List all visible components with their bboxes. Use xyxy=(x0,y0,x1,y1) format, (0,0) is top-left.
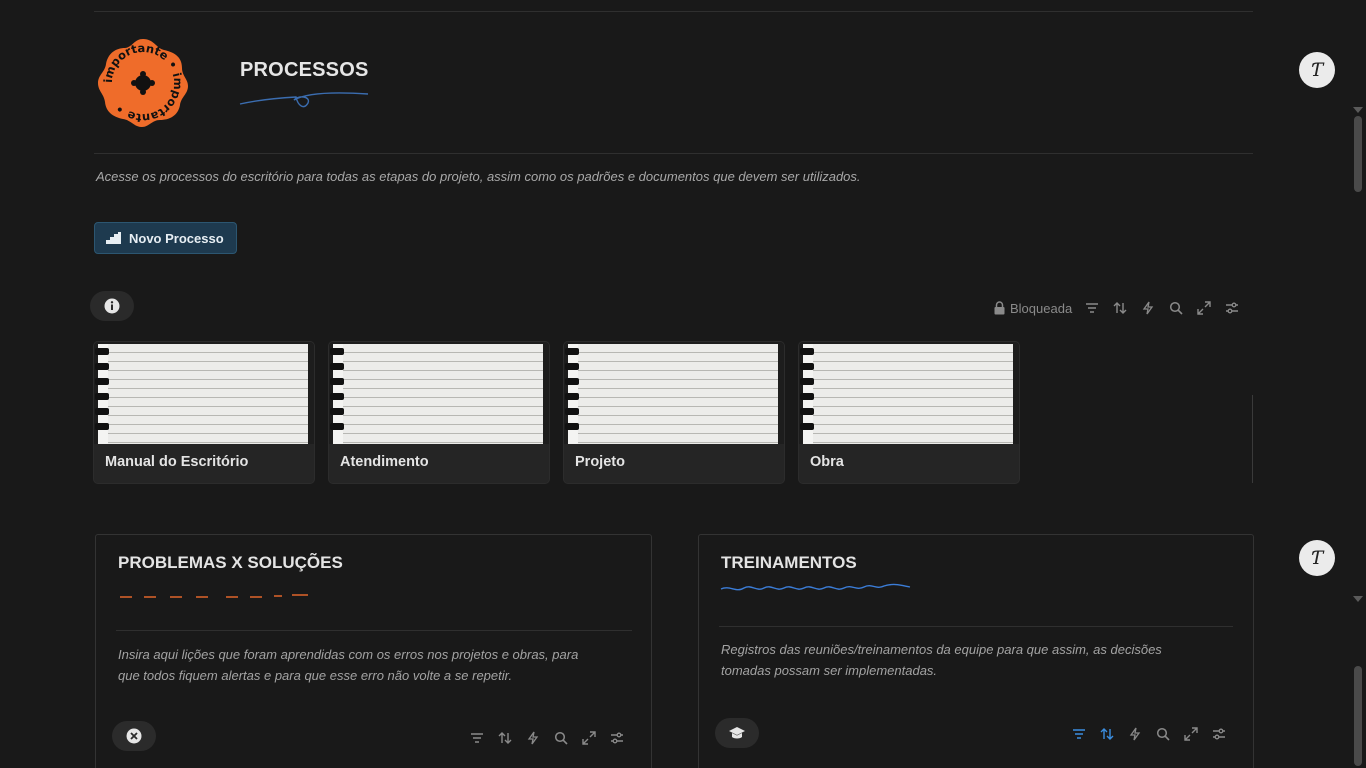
page-description: Acesse os processos do escritório para t… xyxy=(96,169,861,184)
problems-toolbar xyxy=(463,726,631,750)
graduation-cap-button[interactable] xyxy=(715,718,759,748)
expand-icon[interactable] xyxy=(575,726,603,750)
graduation-cap-icon xyxy=(729,727,745,739)
notebook-cover-image xyxy=(799,342,1019,444)
info-icon xyxy=(104,298,120,314)
importante-sticker: importante • importante • xyxy=(96,36,190,130)
problems-divider xyxy=(116,630,632,631)
problems-title: PROBLEMAS X SOLUÇÕES xyxy=(118,553,343,572)
search-icon[interactable] xyxy=(1162,296,1190,320)
lock-icon xyxy=(994,301,1005,315)
scroll-down-arrow-icon[interactable] xyxy=(1353,596,1363,602)
gallery-card-manual[interactable]: Manual do Escritório xyxy=(94,342,314,483)
card-title: Atendimento xyxy=(340,454,429,470)
trainings-toolbar xyxy=(1065,722,1233,746)
notebook-cover-image xyxy=(94,342,314,444)
sort-icon[interactable] xyxy=(1106,296,1134,320)
page-scrollbar-thumb-lower[interactable] xyxy=(1354,666,1362,766)
filter-icon[interactable] xyxy=(1065,722,1093,746)
close-circle-icon xyxy=(126,728,142,744)
title-squiggle-decoration xyxy=(238,86,370,117)
gallery-card-atendimento[interactable]: Atendimento xyxy=(329,342,549,483)
gallery-card-projeto[interactable]: Projeto xyxy=(564,342,784,483)
header-divider xyxy=(94,153,1253,154)
card-title: Obra xyxy=(810,454,844,470)
top-divider xyxy=(94,11,1253,12)
scroll-up-arrow-icon[interactable] xyxy=(1353,107,1363,113)
problems-line-1: Insira aqui lições que foram aprendidas … xyxy=(118,647,579,662)
trainings-line-1: Registros das reuniões/treinamentos da e… xyxy=(721,642,1162,657)
problems-dash-decoration xyxy=(120,594,308,598)
automation-icon[interactable] xyxy=(519,726,547,750)
info-button[interactable] xyxy=(90,291,134,321)
trainings-description: Registros das reuniões/treinamentos da e… xyxy=(721,639,1162,681)
page-scrollbar-thumb[interactable] xyxy=(1354,116,1362,192)
search-icon[interactable] xyxy=(1149,722,1177,746)
problems-line-2: que todos fiquem alertas e para que esse… xyxy=(118,668,513,683)
gallery-scrollbar[interactable] xyxy=(1252,395,1253,483)
expand-icon[interactable] xyxy=(1177,722,1205,746)
locked-indicator[interactable]: Bloqueada xyxy=(994,301,1072,316)
search-icon[interactable] xyxy=(547,726,575,750)
notebook-cover-image xyxy=(564,342,784,444)
settings-icon[interactable] xyxy=(1218,296,1246,320)
trainings-wave-decoration xyxy=(720,583,911,591)
notebook-cover-image xyxy=(329,342,549,444)
problems-panel: PROBLEMAS X SOLUÇÕES Insira aqui lições … xyxy=(95,534,652,768)
card-title: Projeto xyxy=(575,454,625,470)
filter-icon[interactable] xyxy=(1078,296,1106,320)
stairs-icon xyxy=(106,232,121,244)
trainings-divider xyxy=(719,626,1233,627)
page-title: PROCESSOS xyxy=(240,59,369,81)
user-avatar[interactable]: Ƭ xyxy=(1299,52,1335,88)
sort-icon[interactable] xyxy=(1093,722,1121,746)
expand-icon[interactable] xyxy=(1190,296,1218,320)
sort-icon[interactable] xyxy=(491,726,519,750)
user-avatar[interactable]: Ƭ xyxy=(1299,540,1335,576)
automation-icon[interactable] xyxy=(1134,296,1162,320)
settings-icon[interactable] xyxy=(603,726,631,750)
card-title: Manual do Escritório xyxy=(105,454,249,470)
gallery-card-obra[interactable]: Obra xyxy=(799,342,1019,483)
problems-description: Insira aqui lições que foram aprendidas … xyxy=(118,644,578,686)
new-process-label: Novo Processo xyxy=(129,230,224,246)
new-process-button[interactable]: Novo Processo xyxy=(94,222,237,254)
trainings-line-2: tomadas possam ser implementadas. xyxy=(721,663,938,678)
automation-icon[interactable] xyxy=(1121,722,1149,746)
filter-icon[interactable] xyxy=(463,726,491,750)
close-circle-button[interactable] xyxy=(112,721,156,751)
trainings-title: TREINAMENTOS xyxy=(721,553,857,572)
locked-label: Bloqueada xyxy=(1010,300,1073,316)
settings-icon[interactable] xyxy=(1205,722,1233,746)
trainings-panel: TREINAMENTOS Registros das reuniões/trei… xyxy=(698,534,1254,768)
gallery-toolbar: Bloqueada xyxy=(994,296,1246,320)
